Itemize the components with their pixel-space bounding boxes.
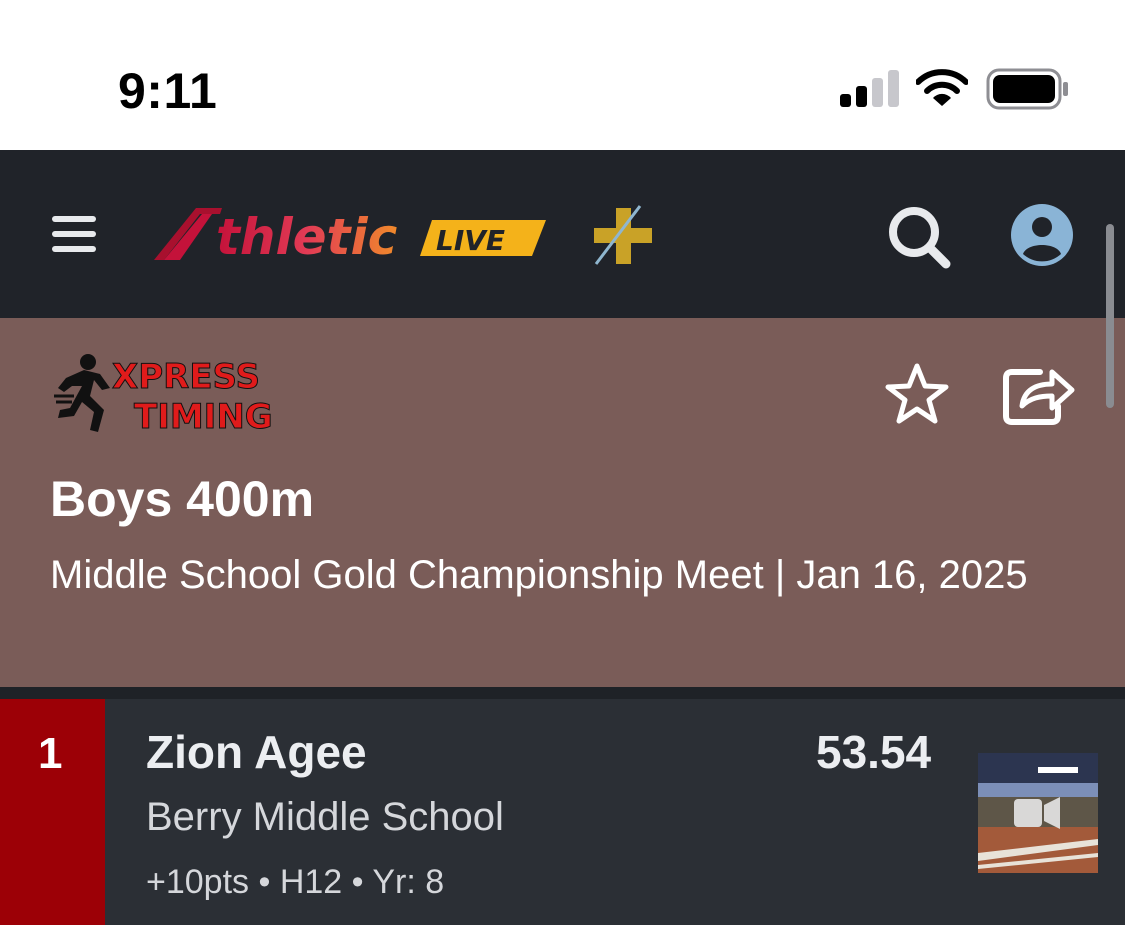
school-name[interactable]: Berry Middle School	[146, 795, 504, 840]
star-icon[interactable]	[884, 362, 950, 426]
share-icon[interactable]	[1002, 360, 1076, 426]
xpress-timing-logo: XPRESS TIMING	[54, 354, 273, 438]
top-nav-bar: thletic LIVE	[0, 150, 1125, 318]
menu-icon[interactable]	[52, 214, 98, 254]
athletic-live-logo[interactable]: thletic LIVE	[150, 202, 550, 268]
place-number: 1	[38, 729, 63, 778]
account-icon[interactable]	[1010, 203, 1074, 267]
status-time: 9:11	[118, 63, 218, 119]
result-mark: 53.54	[816, 726, 932, 778]
battery-icon	[986, 68, 1068, 110]
plus-logo-icon[interactable]	[590, 204, 654, 268]
svg-text:TIMING: TIMING	[134, 397, 273, 437]
svg-text:XPRESS: XPRESS	[112, 357, 260, 397]
cellular-signal-icon	[840, 70, 899, 107]
video-camera-icon[interactable]	[978, 753, 1098, 873]
place-badge: 1	[0, 699, 105, 925]
svg-text:thletic: thletic	[216, 208, 398, 266]
event-title: Boys 400m	[50, 471, 315, 527]
athlete-name[interactable]: Zion Agee	[146, 725, 367, 779]
search-icon[interactable]	[884, 202, 954, 272]
wifi-icon	[916, 69, 968, 106]
event-subtitle: Middle School Gold Championship Meet | J…	[50, 553, 1028, 597]
scrollbar[interactable]	[1106, 224, 1114, 408]
svg-text:LIVE: LIVE	[436, 224, 505, 257]
event-header: XPRESS TIMING Boys 400m Middle School Go…	[0, 318, 1125, 687]
result-row[interactable]: 1 Zion Agee Berry Middle School +10pts •…	[0, 699, 1125, 925]
section-divider	[0, 687, 1125, 699]
result-meta: +10pts • H12 • Yr: 8	[146, 863, 445, 901]
status-bar: 9:11	[0, 0, 1125, 150]
